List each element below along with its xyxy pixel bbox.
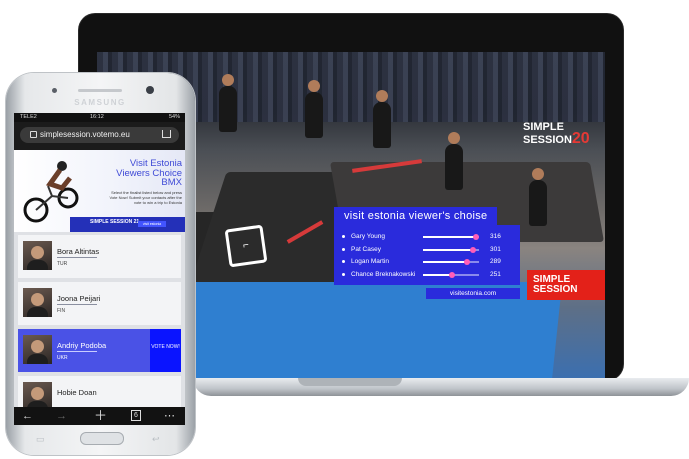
phone-screen: TELE2 16:12 54% simplesession.votemo.eu … — [14, 113, 185, 425]
carrier: TELE2 — [20, 114, 37, 120]
vote-fill — [423, 236, 477, 238]
avatar — [23, 335, 52, 364]
forward-arrow-icon[interactable]: → — [56, 408, 67, 424]
skater — [445, 132, 463, 190]
vote-fill — [423, 261, 467, 263]
poll-name: Gary Young — [351, 233, 385, 240]
new-tab-icon[interactable]: ＋ — [94, 408, 107, 424]
status-bar: TELE2 16:12 54% — [14, 113, 185, 122]
rider-name: Andriy Podoba — [57, 341, 107, 350]
browser-toolbar: simplesession.votemo.eu — [14, 122, 185, 150]
vote-track — [423, 271, 479, 278]
rider-list: Bora Altintas TUR Joona Peijari FIN Andr… — [14, 232, 185, 419]
more-icon[interactable]: ⋯ — [164, 408, 175, 424]
lock-icon — [30, 131, 37, 138]
list-item[interactable]: Bora Altintas TUR — [18, 235, 181, 278]
poll-title: visit estonia viewer's choise — [334, 207, 498, 225]
rider-name: Bora Altintas — [57, 247, 100, 256]
vote-knob — [449, 271, 456, 278]
skater — [373, 90, 391, 148]
share-icon[interactable] — [162, 130, 171, 138]
avatar — [23, 241, 52, 270]
vote-fill — [423, 273, 453, 276]
poll-votes: 251 — [490, 270, 501, 278]
divider — [57, 304, 97, 305]
vote-track — [423, 246, 479, 253]
rider-country: TUR — [57, 261, 68, 267]
rider-country: FIN — [57, 308, 66, 314]
poll-row: Pat Casey 301 — [334, 244, 520, 256]
poll-votes: 289 — [490, 258, 501, 265]
poll-row: Gary Young 316 — [334, 231, 520, 243]
poll-row: Chance Breknakowski 251 — [334, 269, 520, 281]
browser-nav-bar: ← → ＋ 6 ⋯ — [14, 407, 185, 425]
banner-subtitle: Select the finalist listed below and pre… — [109, 190, 182, 205]
simple-session-logo: SIMPLE SESSION20 — [523, 121, 590, 147]
address-bar[interactable]: simplesession.votemo.eu — [20, 127, 179, 143]
skater — [529, 168, 547, 226]
vote-knob — [463, 259, 470, 265]
phone-speaker — [78, 89, 122, 92]
poll-url: visitestonia.com — [426, 288, 520, 299]
bullet-icon — [342, 235, 345, 238]
poll-row: Logan Martin 289 — [334, 256, 520, 268]
back-arrow-icon[interactable]: ← — [22, 408, 33, 424]
vote-now-button[interactable]: VOTE NOW! — [150, 329, 181, 372]
back-key-icon[interactable]: ↩ — [152, 434, 160, 445]
url-text: simplesession.votemo.eu — [40, 130, 130, 139]
rider-name: Joona Peijari — [57, 294, 101, 303]
vote-knob — [473, 234, 480, 240]
battery: 54% — [168, 114, 180, 120]
banner-title: Visit Estonia Viewers Choice BMX — [116, 158, 182, 188]
poll-name: Chance Breknakowski — [351, 270, 416, 278]
poll-votes: 301 — [490, 245, 501, 253]
hero-banner: Visit Estonia Viewers Choice BMX Select … — [14, 150, 185, 232]
divider — [57, 257, 97, 258]
poll-panel: Gary Young 316 Pat Casey 301 Logan Martin 289… — [334, 225, 520, 285]
sensor-icon — [52, 88, 57, 93]
vote-knob — [470, 246, 477, 253]
laptop-base — [193, 378, 689, 396]
bullet-icon — [342, 247, 345, 251]
home-button[interactable] — [80, 432, 124, 445]
sponsor-logo: ⌐ — [224, 224, 268, 268]
bmx-rider-image — [23, 161, 79, 223]
bullet-icon — [342, 260, 345, 263]
divider — [57, 351, 97, 352]
strip-logo: SIMPLE SESSION 21 — [90, 219, 140, 225]
vote-track — [423, 234, 480, 240]
strip-button[interactable]: visit estonia — [138, 221, 166, 227]
vote-track — [423, 259, 479, 265]
phone-brand: SAMSUNG — [74, 98, 126, 107]
poll-name: Pat Casey — [351, 245, 381, 253]
banner-strip: SIMPLE SESSION 21 visit estonia — [70, 217, 185, 232]
simple-session-badge: SIMPLE SESSION — [527, 270, 605, 300]
skater — [219, 74, 237, 132]
poll-name: Logan Martin — [351, 258, 389, 265]
list-item[interactable]: Joona Peijari FIN — [18, 282, 181, 325]
bullet-icon — [342, 272, 345, 276]
tabs-count-icon[interactable]: 6 — [131, 410, 141, 421]
avatar — [23, 288, 52, 317]
clock: 16:12 — [90, 114, 104, 120]
skater — [305, 80, 323, 138]
laptop-notch — [298, 378, 402, 386]
rider-name: Hobie Doan — [57, 388, 97, 397]
rider-country: UKR — [57, 355, 68, 361]
poll-votes: 316 — [490, 233, 501, 240]
recent-apps-icon[interactable]: ▭ — [36, 434, 45, 445]
front-camera-icon — [146, 86, 154, 94]
vote-fill — [423, 248, 474, 251]
list-item-selected[interactable]: Andriy Podoba UKR VOTE NOW! — [18, 329, 181, 372]
